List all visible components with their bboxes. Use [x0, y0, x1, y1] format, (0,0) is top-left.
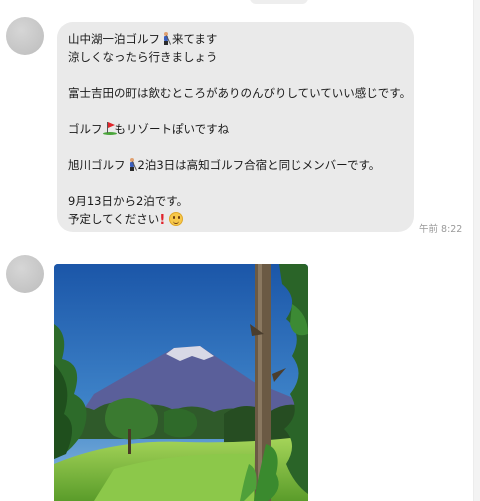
exclamation-emoji-icon: ! [159, 213, 166, 228]
sender-avatar[interactable] [6, 17, 44, 55]
message-timestamp: 午前 8:22 [419, 224, 463, 235]
message-line-3: 富士吉田の町は飲むところがありのんびりしていていい感じです。 [68, 86, 412, 100]
scrollbar[interactable] [473, 0, 480, 501]
sender-avatar[interactable] [6, 255, 44, 293]
mount-fuji-golf-course-photo [54, 264, 308, 501]
smiling-face-emoji-icon [168, 212, 183, 226]
message-line-7: 予定してください! [68, 210, 404, 228]
flag-in-hole-emoji-icon [102, 122, 117, 135]
message-bubble[interactable]: 山中湖一泊ゴルフ 来てます 涼しくなったら行きましょう 富士吉田の町は飲むところが… [57, 22, 414, 232]
golfer-emoji-icon [126, 158, 138, 171]
message-line-1: 山中湖一泊ゴルフ 来てます [68, 32, 218, 46]
message-line-2: 涼しくなったら行きましょう [68, 50, 218, 64]
message-line-4: ゴルフ もリゾートぽいですね [68, 122, 230, 136]
chat-window: 山中湖一泊ゴルフ 来てます 涼しくなったら行きましょう 富士吉田の町は飲むところが… [0, 0, 480, 501]
photo-message[interactable] [54, 264, 308, 501]
top-timestamp-pill [250, 0, 308, 4]
message-line-5: 旭川ゴルフ 2泊3日は高知ゴルフ合宿と同じメンバーです。 [68, 158, 381, 172]
golfer-emoji-icon [160, 32, 172, 45]
message-line-6: 9月13日から2泊です。 [68, 194, 189, 208]
